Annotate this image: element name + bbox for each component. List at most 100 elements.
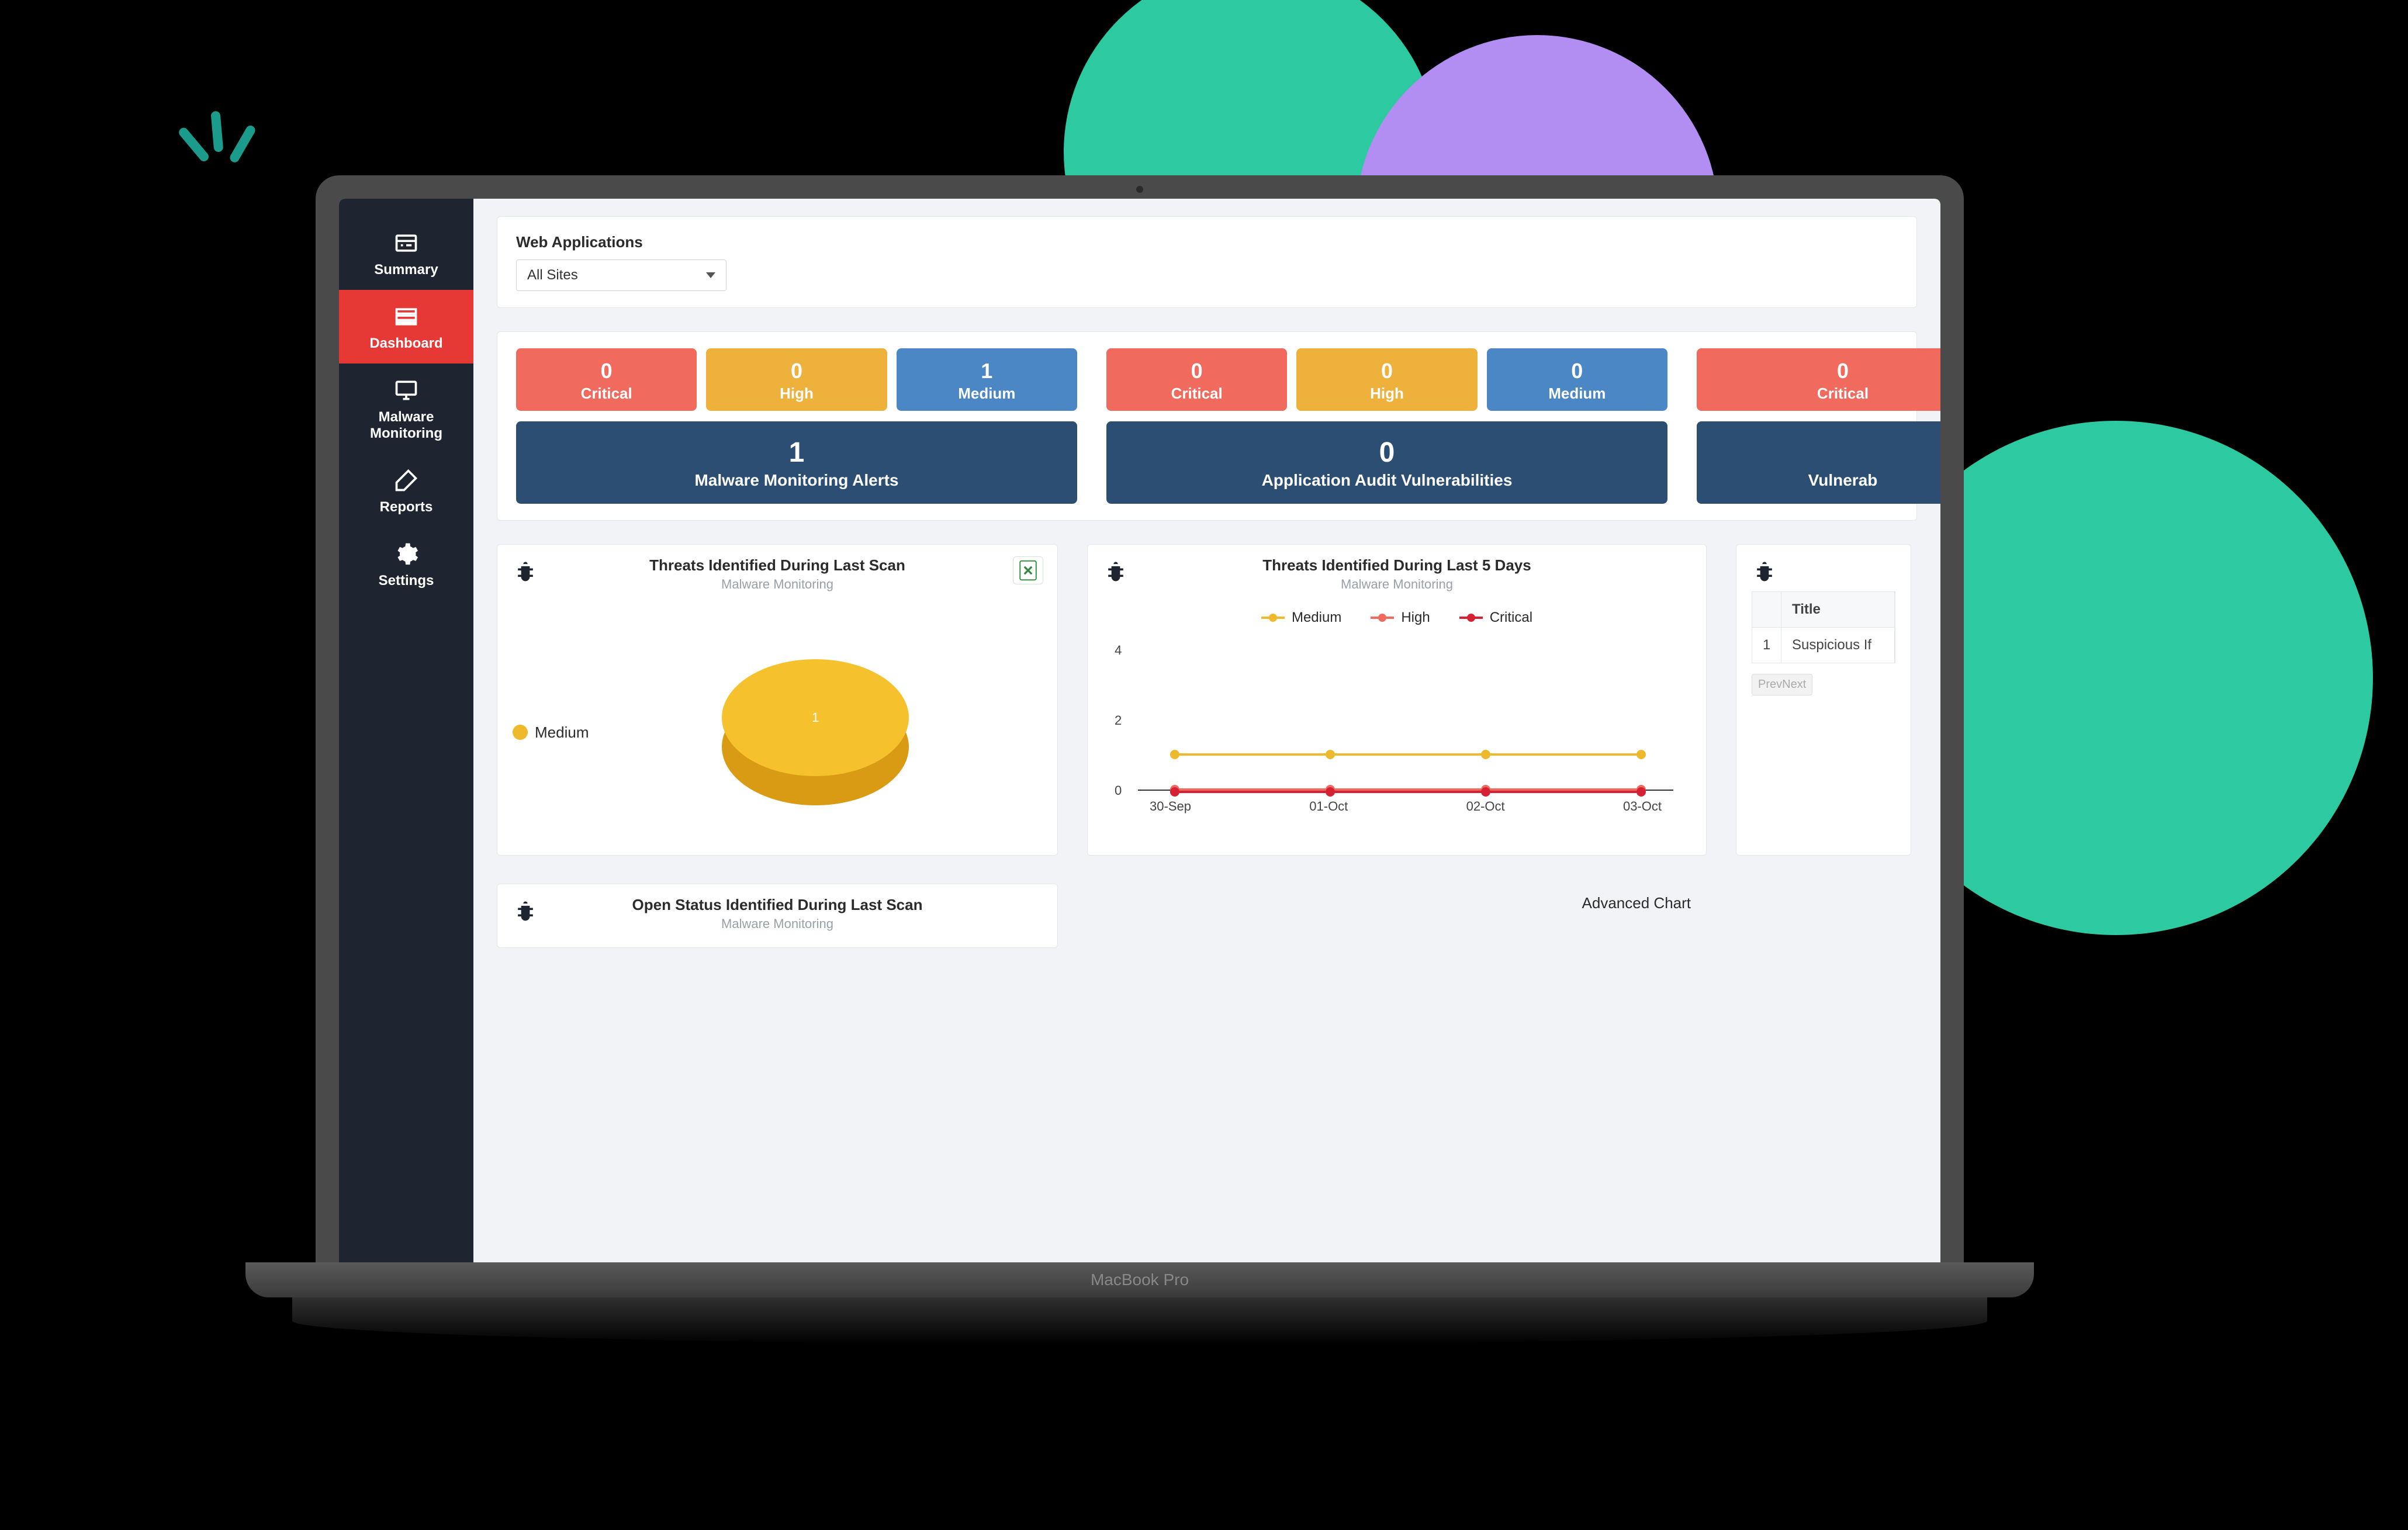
sidebar-item-label: Malware Monitoring: [370, 409, 442, 441]
chart-title: Threats Identified During Last Scan: [513, 556, 1042, 574]
card-threats-last-scan: Threats Identified During Last Scan Malw…: [497, 544, 1058, 856]
tile-value: 0: [521, 359, 692, 383]
y-tick: 4: [1115, 643, 1122, 658]
chart-title: Open Status Identified During Last Scan: [513, 896, 1042, 914]
pie-legend-medium[interactable]: Medium: [513, 724, 589, 742]
th-title: Title: [1781, 592, 1895, 627]
x-tick: 03-Oct: [1623, 799, 1662, 814]
tile-value: 0: [1492, 359, 1663, 383]
y-tick: 0: [1115, 783, 1122, 798]
sidebar-item-reports[interactable]: Reports: [339, 454, 473, 527]
chart-title: Threats Identified During Last 5 Days: [1103, 556, 1691, 574]
sidebar-item-label: Reports: [380, 499, 433, 515]
sidebar-item-dashboard[interactable]: Dashboard: [339, 290, 473, 364]
tile-label: Medium: [901, 385, 1072, 403]
pie-center-value: 1: [812, 710, 819, 725]
tile-label: Critical: [1111, 385, 1282, 403]
legend-swatch: [513, 725, 528, 740]
laptop-brand: MacBook Pro: [1091, 1271, 1189, 1289]
tile-label: High: [711, 385, 882, 403]
tile-label: Medium: [1492, 385, 1663, 403]
stat-group-malware: 0 Critical 0 High 1 Medium: [516, 348, 1077, 504]
summary-partial[interactable]: Vulnerab: [1697, 421, 1940, 504]
summary-value: [1704, 437, 1940, 469]
stats-panel: 0 Critical 0 High 1 Medium: [497, 331, 1917, 521]
laptop-frame: Summary Dashboard Malware Monitoring: [316, 175, 1964, 1344]
tile-high[interactable]: 0 High: [706, 348, 887, 411]
x-tick: 02-Oct: [1466, 799, 1505, 814]
bug-icon: [1752, 559, 1777, 584]
tile-label: Critical: [1701, 385, 1940, 403]
th-index: [1752, 592, 1781, 627]
y-tick: 2: [1115, 713, 1122, 728]
sidebar-item-label: Dashboard: [369, 335, 442, 351]
sidebar-item-settings[interactable]: Settings: [339, 527, 473, 601]
tile-critical[interactable]: 0 Critical: [516, 348, 697, 411]
legend-item-medium[interactable]: Medium: [1261, 610, 1341, 626]
web-applications-select[interactable]: All Sites: [516, 259, 726, 291]
summary-value: 1: [523, 437, 1070, 469]
laptop-shadow: [292, 1297, 1987, 1344]
table-header-row: Title: [1752, 591, 1895, 628]
card-threats-last-5-days: Threats Identified During Last 5 Days Ma…: [1087, 544, 1707, 856]
legend-label: Medium: [535, 724, 589, 742]
stat-group-audit: 0 Critical 0 High 0 Medium: [1106, 348, 1667, 504]
sidebar: Summary Dashboard Malware Monitoring: [339, 199, 473, 1262]
advanced-chart-link[interactable]: Advanced Chart: [1582, 894, 1691, 912]
pager-prev-next[interactable]: PrevNext: [1752, 674, 1812, 695]
sidebar-item-label: Summary: [374, 262, 438, 278]
line-chart: 4 2 0: [1138, 650, 1673, 791]
summary-audit-vulns[interactable]: 0 Application Audit Vulnerabilities: [1106, 421, 1667, 504]
summary-value: 0: [1113, 437, 1660, 469]
bug-icon: [1103, 559, 1129, 584]
x-tick: 30-Sep: [1150, 799, 1191, 814]
chart-subtitle: Malware Monitoring: [513, 577, 1042, 592]
legend-item-high[interactable]: High: [1371, 610, 1430, 626]
sidebar-item-label: Settings: [379, 573, 434, 589]
tile-value: 1: [901, 359, 1072, 383]
monitor-icon: [393, 378, 419, 403]
main-content: Web Applications All Sites 0 Criti: [473, 199, 1940, 1262]
pie-chart: 1: [722, 659, 909, 805]
app-window: Summary Dashboard Malware Monitoring: [339, 199, 1940, 1262]
tile-critical[interactable]: 0 Critical: [1106, 348, 1287, 411]
td-index: 1: [1752, 628, 1781, 663]
chart-subtitle: Malware Monitoring: [513, 916, 1042, 932]
filter-label: Web Applications: [516, 233, 1898, 251]
laptop-base: MacBook Pro: [245, 1262, 2034, 1297]
deco-sparkle: [187, 129, 250, 172]
summary-label: Malware Monitoring Alerts: [523, 471, 1070, 490]
stat-group-partial: 0 Critical Vulnerab: [1697, 348, 1940, 504]
tile-high[interactable]: 0 High: [1296, 348, 1477, 411]
export-excel-button[interactable]: [1013, 556, 1043, 584]
tile-medium[interactable]: 0 Medium: [1487, 348, 1667, 411]
sidebar-item-malware[interactable]: Malware Monitoring: [339, 364, 473, 454]
tile-value: 0: [711, 359, 882, 383]
tile-label: High: [1301, 385, 1472, 403]
x-tick: 01-Oct: [1309, 799, 1348, 814]
summary-label: Application Audit Vulnerabilities: [1113, 471, 1660, 490]
select-value: All Sites: [527, 267, 578, 283]
tile-value: 0: [1701, 359, 1940, 383]
tile-value: 0: [1301, 359, 1472, 383]
dashboard-icon: [393, 304, 419, 330]
card-open-status: Open Status Identified During Last Scan …: [497, 884, 1058, 948]
sidebar-item-summary[interactable]: Summary: [339, 216, 473, 290]
gear-icon: [393, 541, 419, 567]
table-pager: PrevNext: [1752, 674, 1895, 695]
tile-critical[interactable]: 0 Critical: [1697, 348, 1940, 411]
summary-malware-alerts[interactable]: 1 Malware Monitoring Alerts: [516, 421, 1077, 504]
legend-item-critical[interactable]: Critical: [1459, 610, 1532, 626]
filter-panel: Web Applications All Sites: [497, 216, 1917, 308]
card-threats-table: Title 1 Suspicious If PrevNext: [1736, 544, 1911, 856]
tile-label: Critical: [521, 385, 692, 403]
chart-subtitle: Malware Monitoring: [1103, 577, 1691, 592]
table-row[interactable]: 1 Suspicious If: [1752, 628, 1895, 663]
summary-icon: [393, 230, 419, 256]
summary-label: Vulnerab: [1704, 471, 1940, 490]
bug-icon: [513, 559, 538, 584]
tile-medium[interactable]: 1 Medium: [897, 348, 1077, 411]
td-title: Suspicious If: [1781, 628, 1895, 663]
bug-icon: [513, 898, 538, 924]
laptop-camera: [1136, 186, 1143, 193]
